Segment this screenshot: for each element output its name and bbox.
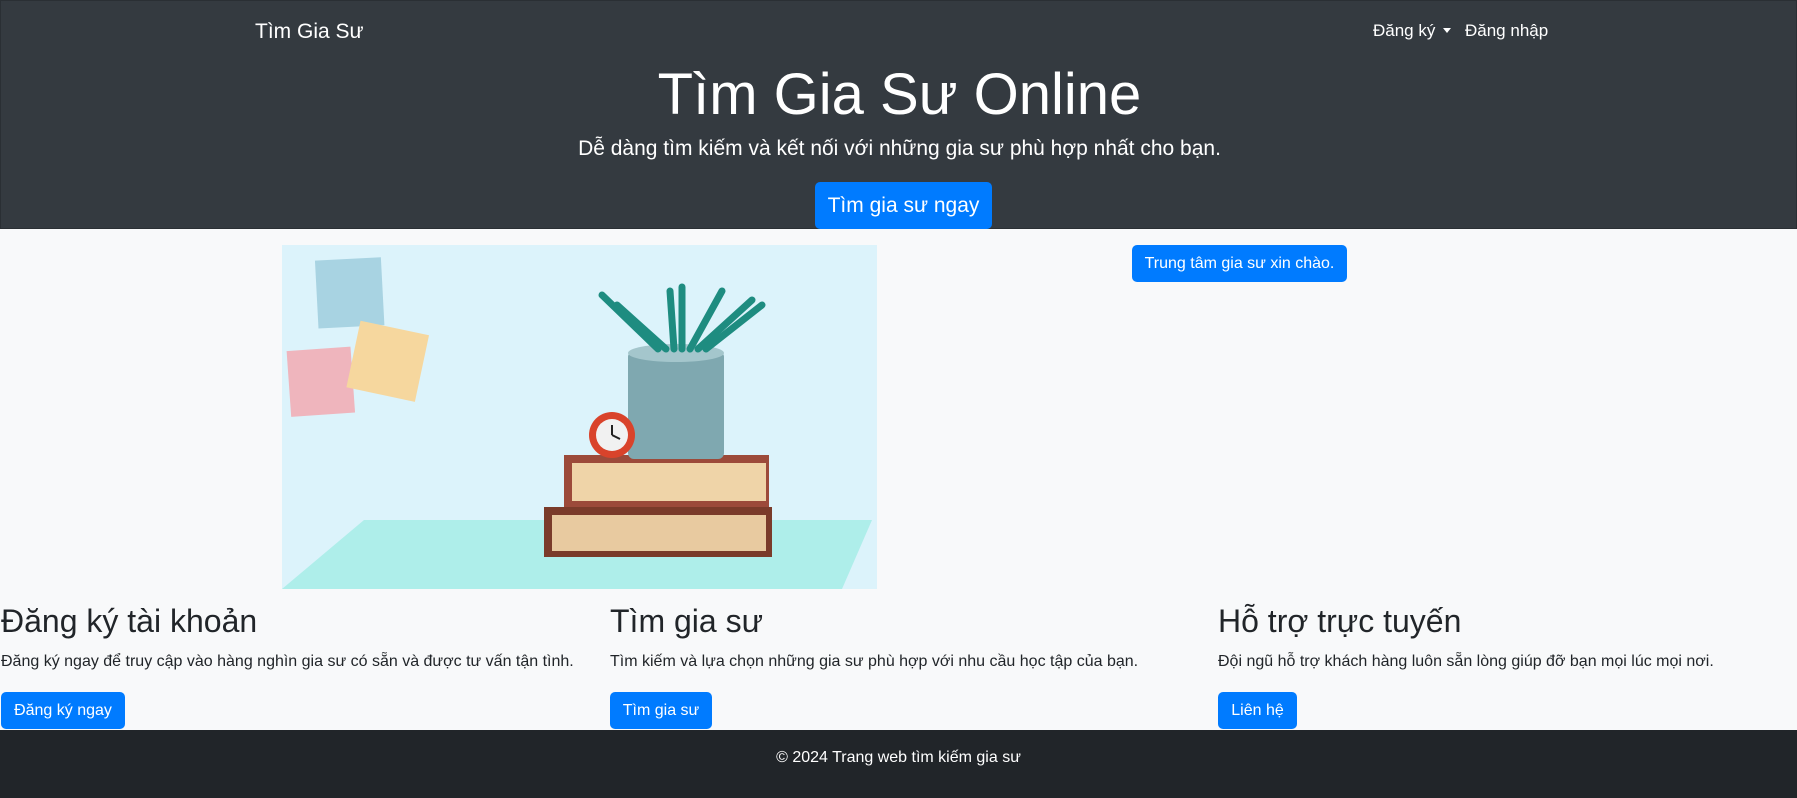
hero-subtitle: Dễ dàng tìm kiếm và kết nối với những gi… [578, 137, 1221, 160]
feature-title-find-tutor: Tìm gia sư [610, 603, 763, 639]
feature-desc-register: Đăng ký ngay để truy cập vào hàng nghìn … [1, 653, 574, 670]
nav-signup-dropdown[interactable]: Đăng ký [1373, 21, 1452, 41]
nav-signup-label: Đăng ký [1373, 21, 1436, 40]
find-tutor-button[interactable]: Tìm gia sư [610, 692, 712, 729]
sticky-note-blue [314, 257, 385, 329]
register-now-button[interactable]: Đăng ký ngay [1, 692, 125, 729]
find-tutor-now-button[interactable]: Tìm gia sư ngay [815, 182, 992, 229]
feature-desc-find-tutor: Tìm kiếm và lựa chọn những gia sư phù hợ… [610, 653, 1139, 670]
feature-desc-support: Đội ngũ hỗ trợ khách hàng luôn sẵn lòng … [1218, 653, 1714, 670]
sticky-note-pink [286, 346, 356, 417]
illustration-svg [282, 245, 877, 589]
top-navbar: Tìm Gia Sư Đăng ký Đăng nhập Tìm Gia Sư … [0, 0, 1797, 229]
caret-down-icon [1443, 28, 1452, 33]
hero-title: Tìm Gia Sư Online [657, 62, 1142, 127]
feature-title-support: Hỗ trợ trực tuyến [1218, 603, 1462, 639]
sticky-note-yellow [346, 320, 430, 402]
contact-button[interactable]: Liên hệ [1218, 692, 1297, 729]
footer-copyright: © 2024 Trang web tìm kiếm gia sư [776, 749, 1021, 766]
footer: © 2024 Trang web tìm kiếm gia sư [0, 730, 1797, 798]
nav-login-link[interactable]: Đăng nhập [1465, 21, 1548, 41]
greeting-button[interactable]: Trung tâm gia sư xin chào. [1132, 245, 1347, 282]
feature-title-register: Đăng ký tài khoản [1, 603, 258, 639]
brand-link[interactable]: Tìm Gia Sư [255, 20, 364, 44]
hero-image-books-pencils [282, 245, 877, 589]
